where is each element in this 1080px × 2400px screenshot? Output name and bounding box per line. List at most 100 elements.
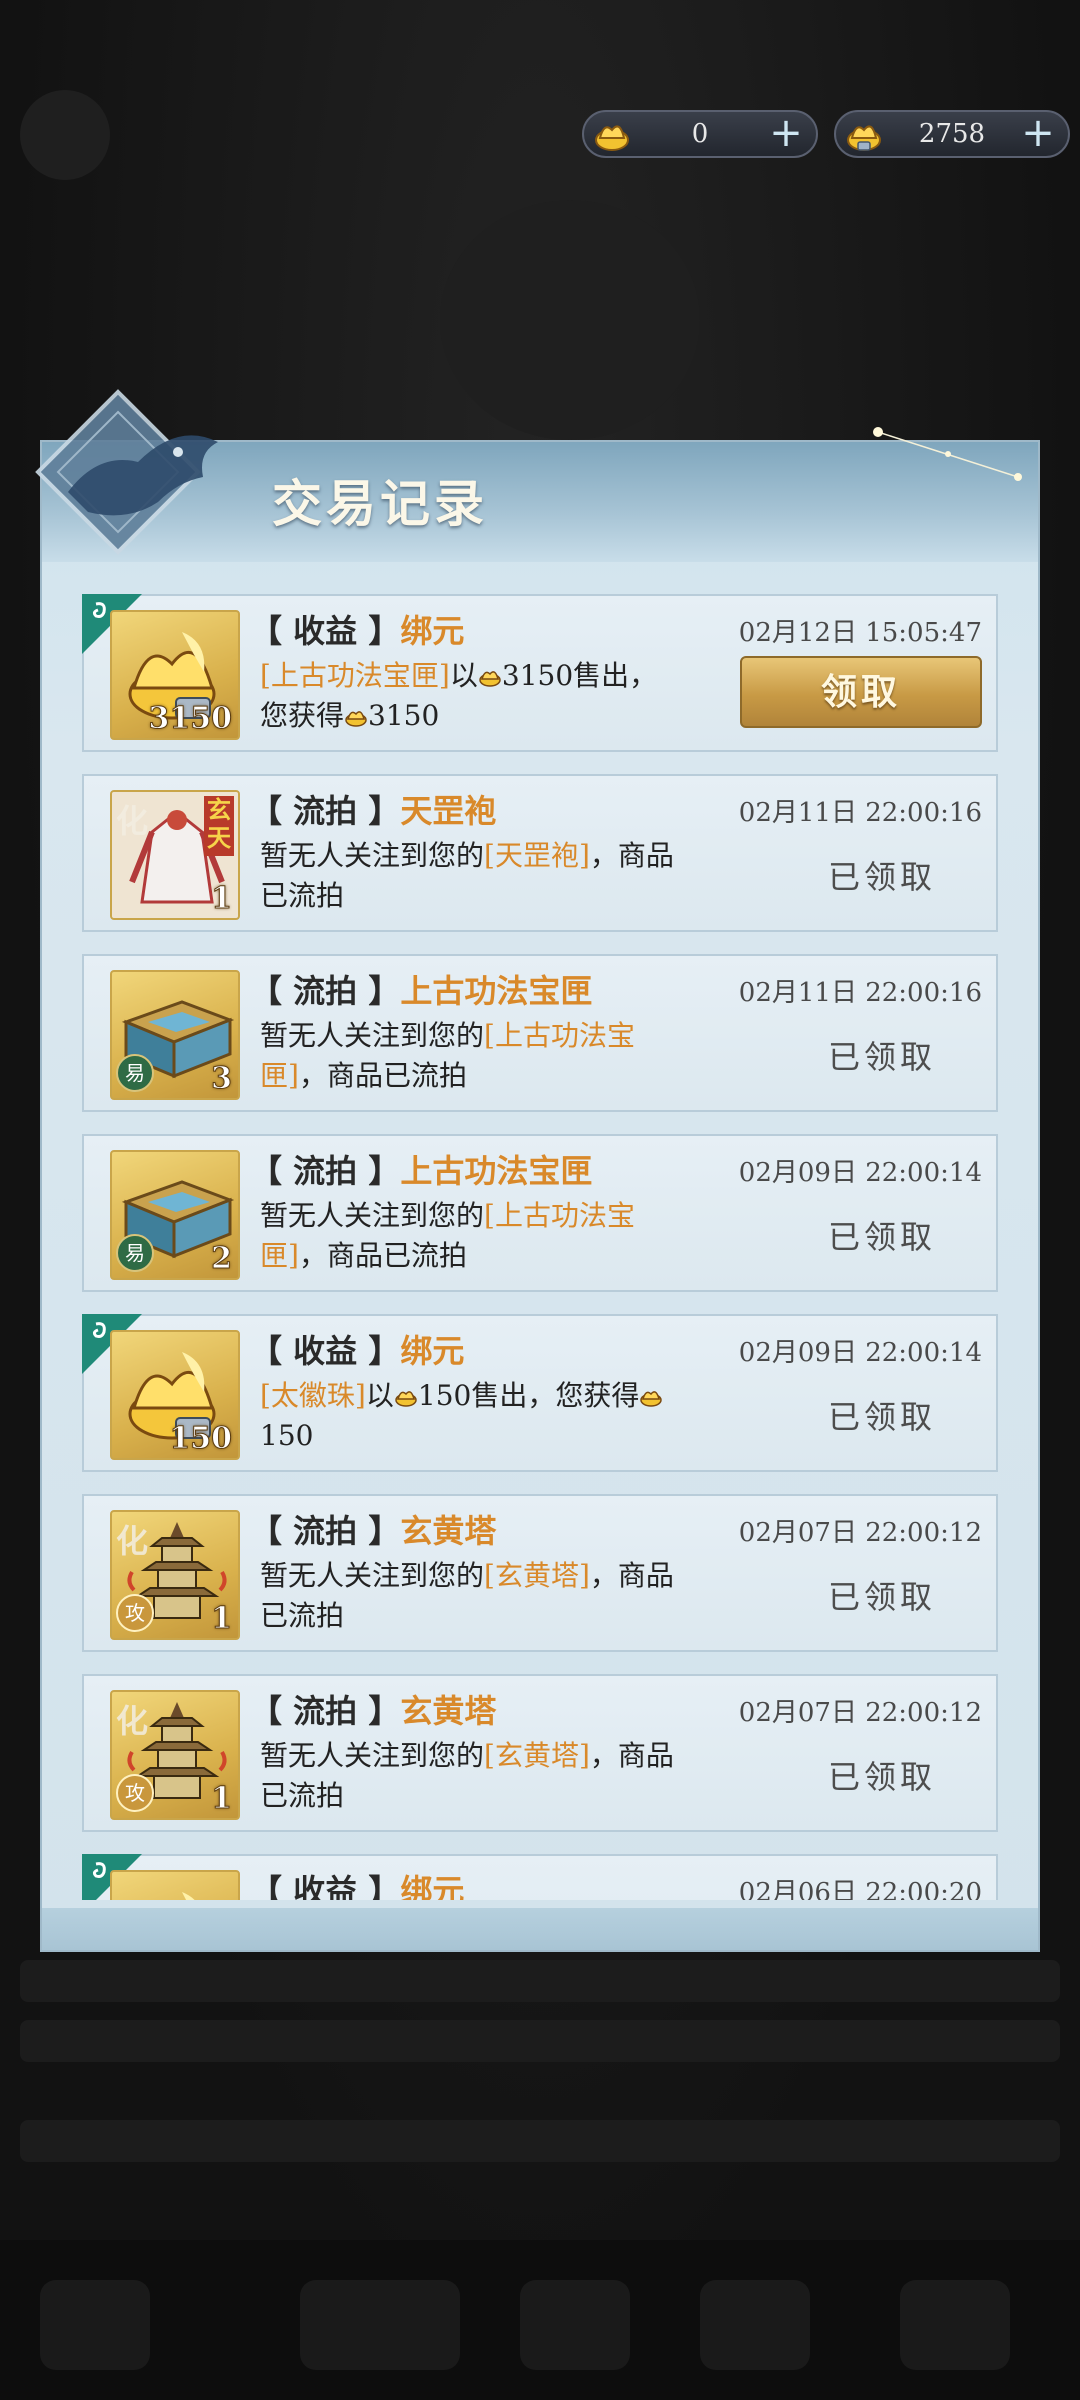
bracket: 】 (368, 792, 401, 830)
record-type: 流拍 (282, 792, 369, 830)
record-item-name: 玄黄塔 (400, 1692, 497, 1730)
bracket: 【 (250, 1332, 283, 1370)
item-link-text: [天罡袍] (484, 839, 590, 872)
nav-slot[interactable] (520, 2280, 630, 2370)
bracket: 】 (368, 972, 401, 1010)
item-thumbnail[interactable]: 3150 (110, 610, 240, 740)
item-badge: 易 (116, 1234, 154, 1272)
trade-record-row: 易 3 【 流拍 】上古功法宝匣 02月11日 22:00:16 暂无人关注到您的[上古… (82, 954, 998, 1112)
record-description: 暂无人关注到您的[上古功法宝匣]，商品已流拍 (260, 1016, 680, 1096)
bracket: 】 (368, 1692, 401, 1730)
panel-title: 交易记录 (272, 474, 488, 533)
item-quantity: 3 (211, 1061, 233, 1097)
fox-emblem-icon (35, 389, 218, 555)
record-title: 【 流拍 】上古功法宝匣 (250, 966, 592, 1012)
trade-record-row: 化 玄天 1 【 流拍 】天罡袍 02月11日 22:00:16 暂无人关注到您的[天罡袍… (82, 774, 998, 932)
claimed-status: 已领取 (827, 1398, 936, 1436)
bracket: 【 (250, 1872, 283, 1900)
currency-amount: 0 (691, 119, 709, 149)
item-thumbnail[interactable]: 易3 (110, 970, 240, 1100)
bracket: 】 (368, 1872, 401, 1900)
claimed-status: 已领取 (827, 1218, 936, 1256)
description-text: 暂无人关注到您的 (260, 839, 485, 872)
record-title: 【 流拍 】玄黄塔 (250, 1686, 496, 1732)
item-thumbnail[interactable]: 化 玄天 1 (110, 790, 240, 920)
claim-button[interactable]: 领取 (740, 656, 982, 728)
bracket: 】 (368, 1332, 401, 1370)
currency-gold: 0 + (582, 110, 818, 158)
item-badge: 攻 (116, 1594, 154, 1632)
record-description: 暂无人关注到您的[天罡袍]，商品已流拍 (260, 836, 680, 916)
bound-ingot-icon (640, 1391, 663, 1407)
currency-amount: 2758 (918, 119, 986, 149)
trade-record-row: 易 2 【 流拍 】上古功法宝匣 02月09日 22:00:14 暂无人关注到您的[上古… (82, 1134, 998, 1292)
item-thumbnail[interactable]: 易2 (110, 1150, 240, 1280)
record-title: 【 流拍 】玄黄塔 (250, 1506, 496, 1552)
description-text: 暂无人关注到您的 (260, 1739, 485, 1772)
item-quantity: 150 (169, 1421, 233, 1457)
item-thumbnail[interactable]: 化攻 1 (110, 1690, 240, 1820)
record-time: 02月09日 22:00:14 (738, 1158, 982, 1188)
description-text: 150 (260, 1419, 314, 1452)
description-text: 150售出，您获得 (417, 1379, 640, 1412)
ingot-icon (182, 1892, 195, 1900)
record-item-name: 绑元 (400, 1872, 465, 1900)
background-row (20, 1960, 1060, 2002)
trade-record-row: 化攻 1 【 流拍 】玄黄塔 02月07日 22:00:12 暂无人关注到您的[玄黄塔]… (82, 1494, 998, 1652)
record-item-name: 玄黄塔 (400, 1512, 497, 1550)
nav-slot[interactable] (300, 2280, 460, 2370)
claimed-status: 已领取 (827, 1038, 936, 1076)
record-list[interactable]: 3150 【 收益 】绑元 02月12日 15:05:47 [上古功法宝匣]以 3150… (82, 594, 1002, 1900)
item-thumbnail[interactable]: 150 (110, 1330, 240, 1460)
record-description: 暂无人关注到您的[玄黄塔]，商品已流拍 (260, 1556, 680, 1636)
item-rank-mark: 化 (116, 1702, 149, 1740)
nav-slot[interactable] (40, 2280, 150, 2370)
record-type: 流拍 (282, 1692, 369, 1730)
background-row (20, 2120, 1060, 2162)
trade-record-panel: 交易记录 3150 【 收益 】绑元 02月12日 15:05:47 [上古功法宝匣]… (35, 389, 1040, 1952)
description-text: 暂无人关注到您的 (260, 1559, 485, 1592)
item-badge: 易 (116, 1054, 154, 1092)
background-avatar-shape (20, 90, 110, 180)
record-type: 流拍 (282, 1512, 369, 1550)
bracket: 【 (250, 792, 283, 830)
record-description: [上古功法宝匣]以 3150售出，您获得 3150 (260, 656, 680, 736)
record-description: 暂无人关注到您的[上古功法宝匣]，商品已流拍 (260, 1196, 680, 1276)
record-time: 02月12日 15:05:47 (738, 618, 982, 648)
record-time: 02月07日 22:00:12 (738, 1518, 982, 1548)
record-time: 02月09日 22:00:14 (738, 1338, 982, 1368)
item-link-text: [玄黄塔] (484, 1739, 590, 1772)
claimed-status: 已领取 (827, 1758, 936, 1796)
record-time: 02月11日 22:00:16 (738, 978, 982, 1008)
bracket: 【 (250, 1512, 283, 1550)
item-quantity: 3150 (148, 701, 232, 737)
item-quantity: 1 (211, 1781, 233, 1817)
description-text: ，商品已流拍 (298, 1059, 467, 1092)
panel-footer (42, 1908, 1038, 1950)
bracket: 【 (250, 1152, 283, 1190)
item-thumbnail[interactable]: 化攻 1 (110, 1510, 240, 1640)
bound-ingot-icon (479, 671, 501, 687)
trade-record-row: 【 收益 】绑元 02月06日 22:00:20 (82, 1854, 998, 1900)
add-currency-button[interactable]: + (1018, 113, 1058, 154)
trade-record-row: 化攻 1 【 流拍 】玄黄塔 02月07日 22:00:12 暂无人关注到您的[玄黄塔]… (82, 1674, 998, 1832)
description-text: 暂无人关注到您的 (260, 1019, 485, 1052)
record-type: 收益 (282, 1332, 369, 1370)
item-badge: 攻 (116, 1774, 154, 1812)
record-item-name: 天罡袍 (400, 792, 497, 830)
nav-slot[interactable] (900, 2280, 1010, 2370)
record-title: 【 收益 】绑元 (250, 1866, 464, 1900)
record-title: 【 流拍 】天罡袍 (250, 786, 496, 832)
description-text: 暂无人关注到您的 (260, 1199, 485, 1232)
bracket: 】 (368, 1152, 401, 1190)
claimed-status: 已领取 (827, 1578, 936, 1616)
bracket: 【 (250, 612, 283, 650)
nav-slot[interactable] (700, 2280, 810, 2370)
gold-ingot-icon (595, 125, 629, 151)
add-currency-button[interactable]: + (766, 113, 806, 154)
record-type: 流拍 (282, 1152, 369, 1190)
bracket: 【 (250, 1692, 283, 1730)
item-thumbnail[interactable] (110, 1870, 240, 1900)
description-text: 3150 (368, 699, 440, 732)
record-time: 02月11日 22:00:16 (738, 798, 982, 828)
